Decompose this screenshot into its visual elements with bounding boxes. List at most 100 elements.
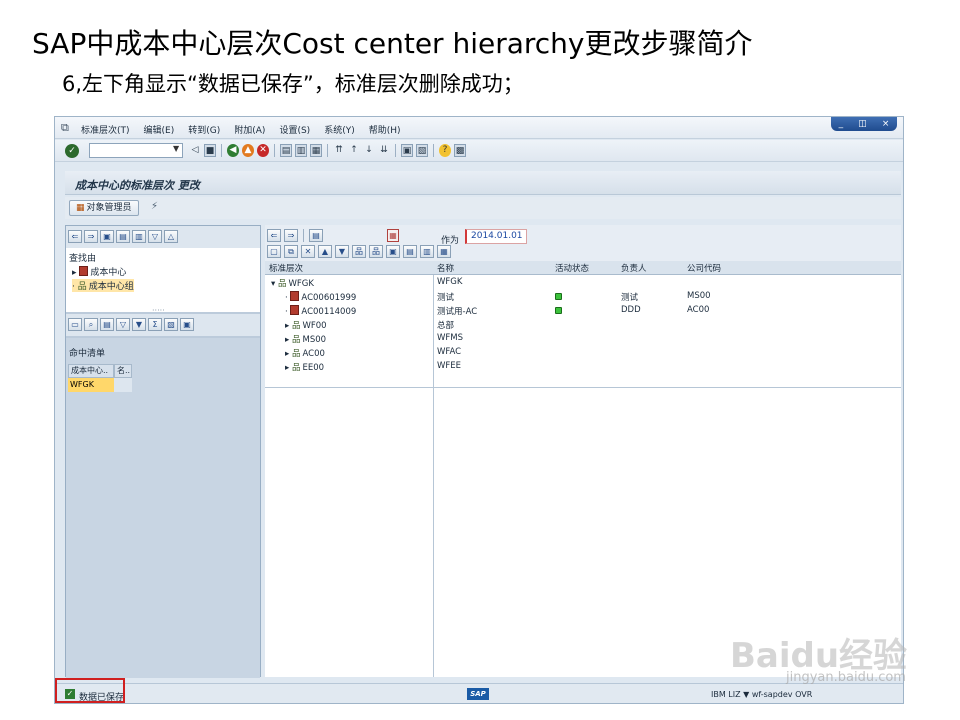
- export-icon[interactable]: ▧: [164, 318, 178, 331]
- table-row[interactable]: ▾ 品 WFGK WFGK: [265, 276, 901, 290]
- restore-button[interactable]: ◫: [858, 119, 867, 129]
- menu-goto[interactable]: 转到(G): [188, 123, 220, 136]
- system-menu-icon[interactable]: ⧉: [61, 121, 69, 135]
- col-status[interactable]: 活动状态: [555, 262, 589, 274]
- table-icon[interactable]: ▤: [116, 230, 130, 243]
- history-back-icon[interactable]: ◁: [189, 144, 201, 157]
- copy-icon[interactable]: ⧉: [284, 245, 298, 258]
- save-layout-icon[interactable]: ▥: [420, 245, 434, 258]
- table-row[interactable]: ▸ 品 AC00 WFAC: [265, 346, 901, 360]
- move-up-icon[interactable]: ▲: [318, 245, 332, 258]
- document-icon[interactable]: ▤: [309, 229, 323, 242]
- slide-subtitle: 6,左下角显示“数据已保存”，标准层次删除成功；: [62, 72, 524, 96]
- node-name: WFAC: [437, 347, 462, 357]
- search-toolbar: ⇐ ⇒ ▣ ▤ ▥ ▽ △: [66, 226, 260, 248]
- cancel-icon[interactable]: ✕: [257, 144, 269, 157]
- menu-extras[interactable]: 附加(A): [234, 123, 265, 136]
- object-manager-label: 对象管理员: [86, 203, 132, 213]
- table-row[interactable]: · AC00114009 测试用-AC DDD AC00: [265, 304, 901, 318]
- collapse-tree-icon[interactable]: 品: [369, 245, 383, 258]
- menu-help[interactable]: 帮助(H): [369, 123, 401, 136]
- collapse-icon[interactable]: ▽: [148, 230, 162, 243]
- enter-icon[interactable]: ✓: [65, 144, 79, 158]
- menu-hierarchy[interactable]: 标准层次(T): [81, 123, 130, 136]
- menu-settings[interactable]: 设置(S): [279, 123, 310, 136]
- layout-icon[interactable]: ▣: [180, 318, 194, 331]
- details-icon[interactable]: ▣: [386, 245, 400, 258]
- find-icon[interactable]: ▥: [295, 144, 307, 157]
- minimize-button[interactable]: _: [839, 119, 844, 129]
- search-item-cost-center[interactable]: ▸ 成本中心: [72, 265, 126, 278]
- hit-list-header: 成本中心.. 名..: [68, 364, 132, 378]
- tree-node: ▾ 品 WFGK: [271, 279, 314, 289]
- hit-col-cost-center[interactable]: 成本中心..: [68, 364, 114, 378]
- move-down-icon[interactable]: ▼: [335, 245, 349, 258]
- tree-node: · AC00601999: [285, 291, 357, 303]
- hit-list-label: 命中清单: [69, 349, 106, 359]
- last-page-icon[interactable]: ⇊: [378, 144, 390, 157]
- hit-col-name[interactable]: 名..: [114, 364, 132, 378]
- menu-list: 标准层次(T) 编辑(E) 转到(G) 附加(A) 设置(S) 系统(Y) 帮助…: [81, 123, 401, 136]
- arrow-right-icon[interactable]: ⇒: [284, 229, 298, 242]
- help-icon[interactable]: ?: [439, 144, 451, 157]
- display-icon[interactable]: ▣: [100, 230, 114, 243]
- print-icon[interactable]: ▤: [280, 144, 292, 157]
- expand-icon[interactable]: △: [164, 230, 178, 243]
- toolbar-separator: [274, 144, 275, 157]
- attributes-icon[interactable]: ▤: [403, 245, 417, 258]
- command-field[interactable]: [89, 143, 183, 158]
- filter-icon[interactable]: ▽: [116, 318, 130, 331]
- col-hierarchy[interactable]: 标准层次: [269, 262, 303, 274]
- search-icon[interactable]: ⌕: [84, 318, 98, 331]
- hierarchy-icon: 品: [291, 363, 301, 373]
- shortcut-icon[interactable]: ▧: [416, 144, 428, 157]
- toolbar-separator: [221, 144, 222, 157]
- new-node-icon[interactable]: ▢: [267, 245, 281, 258]
- system-info[interactable]: IBM LIZ ▼ wf-sapdev OVR: [711, 690, 812, 699]
- new-session-icon[interactable]: ▣: [401, 144, 413, 157]
- menu-system[interactable]: 系统(Y): [324, 123, 355, 136]
- list-icon[interactable]: ▥: [132, 230, 146, 243]
- standard-toolbar: ✓ ▼ ◁ ■ ◀ ▲ ✕ ▤ ▥ ▦ ⇈ ↑ ↓ ⇊ ▣ ▧ ? ▩: [55, 140, 903, 162]
- find-next-icon[interactable]: ▦: [310, 144, 322, 157]
- col-company-code[interactable]: 公司代码: [687, 262, 721, 274]
- delete-icon[interactable]: ✕: [301, 245, 315, 258]
- first-page-icon[interactable]: ⇈: [333, 144, 345, 157]
- chart-icon[interactable]: ▦: [437, 245, 451, 258]
- sort-icon[interactable]: ▼: [132, 318, 146, 331]
- screen-title-bar: 成本中心的标准层次 更改: [65, 171, 901, 195]
- back-icon[interactable]: ◀: [227, 144, 239, 157]
- expand-tree-icon[interactable]: 品: [352, 245, 366, 258]
- change-document-icon[interactable]: ▦: [387, 229, 399, 242]
- close-button[interactable]: ×: [882, 119, 890, 129]
- command-dropdown-icon[interactable]: ▼: [173, 144, 179, 153]
- sum-icon[interactable]: Σ: [148, 318, 162, 331]
- table-row[interactable]: ▸ 品 EE00 WFEE: [265, 360, 901, 374]
- search-by-label: 查找由: [69, 254, 97, 264]
- object-manager-button[interactable]: ▦ 对象管理员: [69, 200, 139, 216]
- exit-icon[interactable]: ▲: [242, 144, 254, 157]
- sap-window: ⧉ 标准层次(T) 编辑(E) 转到(G) 附加(A) 设置(S) 系统(Y) …: [54, 116, 904, 704]
- col-name[interactable]: 名称: [437, 262, 454, 274]
- sap-logo: SAP: [467, 688, 489, 700]
- application-toolbar: ▦ 对象管理员 ⚡: [65, 197, 901, 219]
- arrow-left-icon[interactable]: ⇐: [68, 230, 82, 243]
- as-of-date-field[interactable]: 2014.01.01: [465, 229, 527, 244]
- magic-wand-icon[interactable]: ⚡: [151, 201, 158, 212]
- layout-menu-icon[interactable]: ▩: [454, 144, 466, 157]
- arrow-right-icon[interactable]: ⇒: [84, 230, 98, 243]
- print-list-icon[interactable]: ▤: [100, 318, 114, 331]
- table-row[interactable]: ▸ 品 WF00 总部: [265, 318, 901, 332]
- hierarchy-pane: ⇐ ⇒ ▤ ▦ 作为 2014.01.01 ▢ ⧉ ✕ ▲ ▼ 品 品 ▣ ▤ …: [265, 225, 901, 677]
- menu-edit[interactable]: 编辑(E): [144, 123, 175, 136]
- previous-page-icon[interactable]: ↑: [348, 144, 360, 157]
- search-item-cost-center-group[interactable]: · 品成本中心组: [72, 279, 134, 292]
- save-icon[interactable]: ■: [204, 144, 216, 157]
- col-responsible[interactable]: 负责人: [621, 262, 647, 274]
- table-row[interactable]: ▸ 品 MS00 WFMS: [265, 332, 901, 346]
- next-page-icon[interactable]: ↓: [363, 144, 375, 157]
- hit-row[interactable]: WFGK: [68, 378, 132, 392]
- arrow-left-icon[interactable]: ⇐: [267, 229, 281, 242]
- grid-icon[interactable]: ▭: [68, 318, 82, 331]
- table-row[interactable]: · AC00601999 测试 测试 MS00: [265, 290, 901, 304]
